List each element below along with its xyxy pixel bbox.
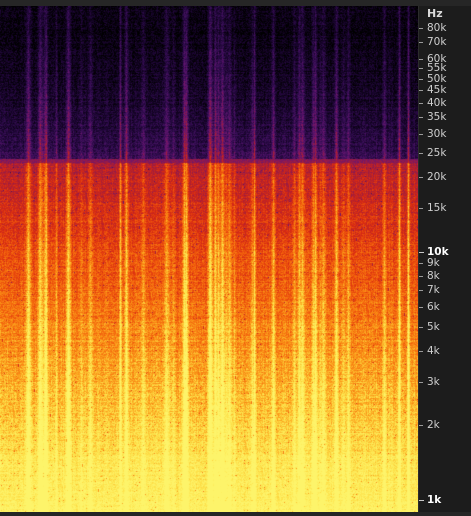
frequency-axis: Hz 80k 70k 60k 55k 50k 45k 40k 35k 30k 25k 20k 15k 1… bbox=[418, 6, 471, 512]
frequency-tick bbox=[419, 350, 423, 352]
frequency-tick-label: 15k bbox=[427, 202, 447, 215]
frequency-tick bbox=[419, 425, 423, 427]
frequency-tick bbox=[419, 28, 423, 29]
frequency-tick-label: 45k bbox=[427, 84, 447, 96]
frequency-tick bbox=[419, 381, 423, 383]
frequency-tick bbox=[419, 153, 423, 155]
frequency-tick-label: 40k bbox=[427, 96, 447, 109]
frequency-tick-label: 5k bbox=[427, 320, 440, 333]
frequency-tick-label: 1k bbox=[427, 494, 442, 506]
frequency-tick bbox=[419, 263, 423, 265]
frequency-tick bbox=[419, 500, 424, 501]
bottom-border bbox=[0, 512, 471, 516]
frequency-tick bbox=[419, 78, 423, 80]
frequency-tick bbox=[419, 133, 423, 135]
frequency-tick-label: 50k bbox=[427, 72, 447, 85]
frequency-tick-label: 3k bbox=[427, 375, 440, 388]
frequency-tick-label: 7k bbox=[427, 284, 440, 297]
frequency-tick-label: 25k bbox=[427, 147, 447, 160]
frequency-tick-label: 4k bbox=[427, 344, 440, 357]
spectrogram-plot[interactable] bbox=[0, 6, 418, 512]
frequency-tick-label: 35k bbox=[427, 111, 447, 123]
frequency-tick bbox=[419, 59, 423, 60]
frequency-tick bbox=[419, 117, 423, 118]
frequency-tick bbox=[419, 326, 423, 328]
frequency-tick bbox=[419, 208, 423, 210]
frequency-tick-label: 70k bbox=[427, 36, 447, 49]
frequency-tick-label: 20k bbox=[427, 171, 447, 184]
frequency-tick bbox=[419, 177, 423, 179]
frequency-tick-label: 8k bbox=[427, 270, 440, 282]
frequency-tick bbox=[419, 68, 423, 70]
frequency-tick-label: 9k bbox=[427, 257, 440, 270]
frequency-tick-label: 80k bbox=[427, 22, 447, 34]
frequency-tick-label: 30k bbox=[427, 127, 447, 140]
frequency-tick-label: 10k bbox=[427, 246, 449, 258]
spectrogram-canvas[interactable] bbox=[0, 6, 418, 512]
frequency-tick-label: 2k bbox=[427, 419, 440, 432]
frequency-tick bbox=[419, 290, 423, 292]
frequency-tick bbox=[419, 252, 424, 253]
frequency-tick bbox=[419, 307, 423, 308]
frequency-axis-unit: Hz bbox=[427, 7, 443, 20]
frequency-tick bbox=[419, 90, 423, 91]
frequency-tick bbox=[419, 276, 423, 277]
frequency-tick bbox=[419, 102, 423, 104]
frequency-tick bbox=[419, 42, 423, 44]
spectrogram-view: Hz 80k 70k 60k 55k 50k 45k 40k 35k 30k 25k 20k 15k 1… bbox=[0, 0, 471, 516]
frequency-tick-label: 6k bbox=[427, 301, 440, 313]
